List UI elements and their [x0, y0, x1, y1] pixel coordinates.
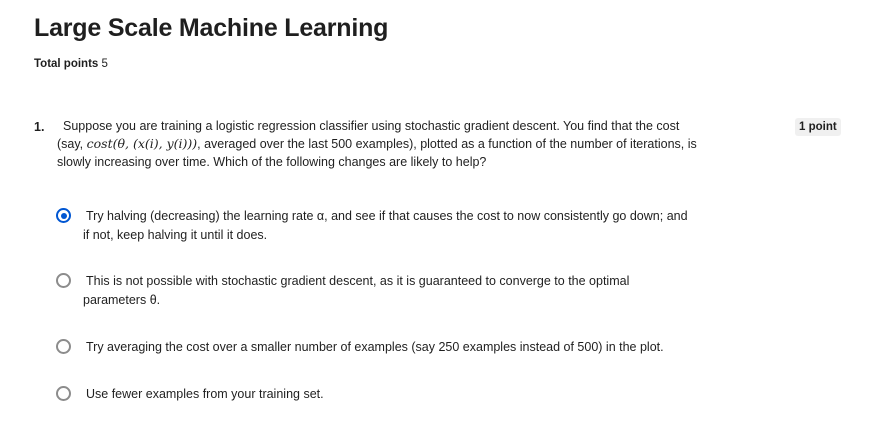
- answer-option-3-text: Try averaging the cost over a smaller nu…: [83, 338, 733, 357]
- answer-option-1-text: Try halving (decreasing) the learning ra…: [83, 207, 733, 245]
- answer-option-4-line-1: Use fewer examples from your training se…: [86, 387, 324, 401]
- question-line-1: Suppose you are training a logistic regr…: [63, 119, 680, 133]
- question-line-2-prefix: (say,: [57, 137, 87, 151]
- answer-option-2-line-2: parameters θ.: [83, 293, 161, 307]
- question-text: Suppose you are training a logistic regr…: [57, 117, 757, 171]
- answer-option-4-text: Use fewer examples from your training se…: [83, 385, 733, 404]
- answer-option-2-line-1: This is not possible with stochastic gra…: [86, 274, 630, 288]
- total-points-value: 5: [101, 58, 108, 70]
- total-points-label: Total points: [34, 58, 99, 70]
- answer-option-1-line-2: if not, keep halving it until it does.: [83, 228, 268, 242]
- question-line-2: (say, cost(θ, (x(i), y(i))), averaged ov…: [57, 135, 757, 153]
- cost-formula: cost(θ, (x(i), y(i))): [86, 136, 198, 151]
- question-line-3: slowly increasing over time. Which of th…: [57, 155, 487, 169]
- radio-unselected-icon[interactable]: [56, 386, 71, 401]
- question-line-2-suffix: , averaged over the last 500 examples), …: [197, 137, 697, 151]
- total-points: Total points 5: [34, 58, 108, 70]
- radio-unselected-icon[interactable]: [56, 339, 71, 354]
- answer-option-3-line-1: Try averaging the cost over a smaller nu…: [86, 340, 664, 354]
- points-badge: 1 point: [795, 118, 841, 136]
- question-number: 1.: [34, 120, 45, 134]
- page-title: Large Scale Machine Learning: [34, 14, 389, 42]
- answer-option-1-line-1: Try halving (decreasing) the learning ra…: [86, 209, 688, 223]
- quiz-page: Large Scale Machine Learning Total point…: [0, 0, 870, 442]
- answer-option-2-text: This is not possible with stochastic gra…: [83, 272, 733, 310]
- radio-selected-icon[interactable]: [56, 208, 71, 223]
- radio-unselected-icon[interactable]: [56, 273, 71, 288]
